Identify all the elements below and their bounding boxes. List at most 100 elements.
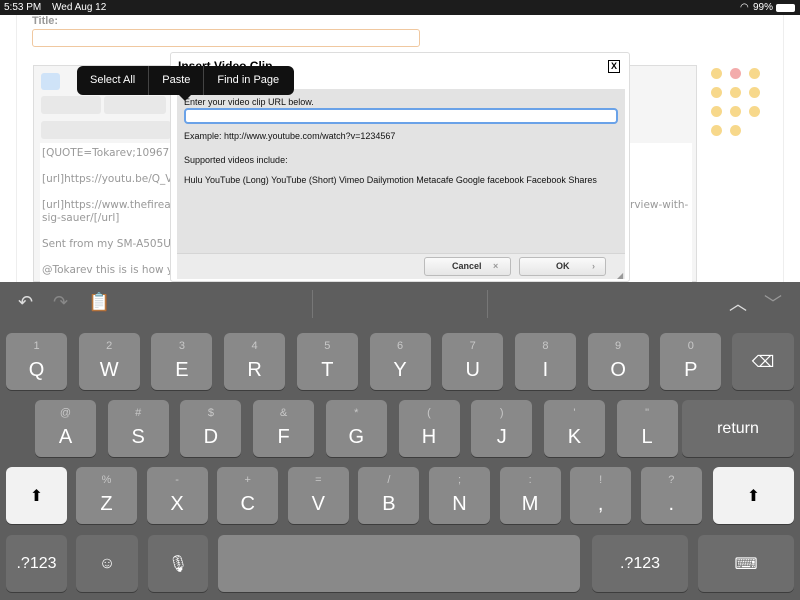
shift-icon: ⬆ [746,487,761,505]
select-all-menu-item[interactable]: Select All [77,66,150,95]
smiley-icon[interactable] [711,68,722,79]
key-i[interactable]: 8I [514,333,576,390]
key-n[interactable]: ; N [429,467,490,524]
key-primary: Z [100,493,113,515]
numbers-key-left[interactable]: .?123 [6,535,67,592]
key-primary: C [240,493,255,515]
key-primary: O [610,359,626,381]
smiley-icon[interactable] [730,106,741,117]
key-secondary: " [645,407,650,419]
key-secondary: ; [457,474,462,486]
chevron-up-icon[interactable]: ︿ [729,290,747,316]
font-icon[interactable] [41,73,60,90]
status-time: 5:53 PM [4,2,42,13]
key-secondary: ' [573,407,576,419]
status-date: Wed Aug 12 [52,2,107,13]
key-d[interactable]: $ D [180,400,242,457]
smiley-icon[interactable] [730,125,741,136]
undo-icon[interactable]: ↶ [18,292,33,313]
numbers-key-right[interactable]: .?123 [592,535,688,592]
key-m[interactable]: :M [499,467,561,524]
smiley-icon[interactable] [711,87,722,98]
key-primary: K [567,426,582,448]
key-comma[interactable]: !, [570,467,632,524]
keyboard: ↶ ↷ 📋 ︿ ﹀ 1 Q 2 W 3 E 4 R 5 T 6 Y 7 U 8 I 9 O 0 P ⌫ @ A # S $ D & F *… [0,282,800,600]
key-secondary: ( [427,407,431,419]
resize-handle-icon[interactable]: ◢ [617,271,623,280]
key-f[interactable]: & F [253,400,315,457]
key-q[interactable]: 1Q [6,333,67,390]
battery-icon [776,4,795,12]
key-secondary: + [244,474,251,486]
key-j[interactable]: ) J [471,400,533,457]
key-period[interactable]: ?. [640,467,702,524]
key-v[interactable]: = V [287,467,349,524]
key-g[interactable]: * G [325,400,387,457]
key-primary: D [203,426,219,448]
smiley-icon[interactable] [749,87,760,98]
key-r[interactable]: 4R [224,333,286,390]
key-h[interactable]: (H [398,400,460,457]
insert-toolbar[interactable] [41,121,171,139]
smiley-icon[interactable] [749,106,760,117]
key-o[interactable]: 9O [587,333,649,390]
key-u[interactable]: 7U [442,333,504,390]
find-in-page-menu-item[interactable]: Find in Page [204,66,292,95]
key-secondary: = [315,474,322,486]
supported-list: Hulu YouTube (Long) YouTube (Short) Vime… [184,175,597,185]
format-toolbar[interactable] [41,96,101,114]
close-icon[interactable]: X [608,60,620,73]
editor-line: [url]https://www.thefirea [42,199,171,211]
key-x[interactable]: -X [146,467,208,524]
key-z[interactable]: % Z [76,467,137,524]
key-c[interactable]: + C [217,467,279,524]
paste-clipboard-icon[interactable]: 📋 [88,292,110,313]
smiley-icon[interactable] [730,68,741,79]
key-a[interactable]: @ A [35,400,96,457]
key-y[interactable]: 6Y [369,333,431,390]
shift-key-right[interactable]: ⬆ [713,467,794,524]
key-w[interactable]: 2W [78,333,140,390]
cancel-button[interactable]: Cancel × [424,257,511,276]
dictation-key[interactable]: 🎙 [148,535,208,592]
key-secondary: 0 [687,340,694,352]
smiley-icon[interactable] [730,87,741,98]
video-url-input[interactable] [184,108,618,124]
return-key[interactable]: return [682,400,794,457]
space-key[interactable] [218,535,580,592]
key-primary: Q [28,359,45,381]
smiley-icon[interactable] [711,125,722,136]
paste-menu-item[interactable]: Paste [149,66,205,95]
title-input[interactable] [32,29,420,47]
smiley-icon[interactable] [749,68,760,79]
key-s[interactable]: # S [107,400,169,457]
chevron-down-icon[interactable]: ﹀ [764,290,782,316]
align-toolbar[interactable] [104,96,166,114]
smiley-icon[interactable] [711,106,722,117]
editor-line: Sent from my SM-A505U [42,238,171,250]
key-t[interactable]: 5T [296,333,358,390]
key-l[interactable]: " L [616,400,678,457]
key-secondary: / [387,474,391,486]
backspace-icon: ⌫ [751,353,775,371]
editor-line: @Tokarev this is is how y [42,264,174,276]
redo-icon[interactable]: ↷ [53,292,68,313]
divider [487,290,488,318]
key-b[interactable]: / B [358,467,420,524]
key-primary: J [496,426,507,448]
hide-keyboard-key[interactable]: ⌨ [698,535,794,592]
key-primary: E [175,359,189,381]
dialog-body: Enter your video clip URL below. Example… [177,89,625,253]
key-k[interactable]: ' K [543,400,605,457]
key-e[interactable]: 3E [151,333,213,390]
shift-icon: ⬆ [29,487,44,505]
ok-button[interactable]: OK › [519,257,606,276]
emoji-key[interactable]: ☺ [76,535,138,592]
key-p[interactable]: 0P [660,333,722,390]
key-primary: G [348,426,365,448]
key-secondary: - [175,474,179,486]
key-secondary: ? [668,474,675,486]
key-secondary: 5 [324,340,331,352]
shift-key-left[interactable]: ⬆ [6,467,67,524]
backspace-key[interactable]: ⌫ [732,333,794,390]
